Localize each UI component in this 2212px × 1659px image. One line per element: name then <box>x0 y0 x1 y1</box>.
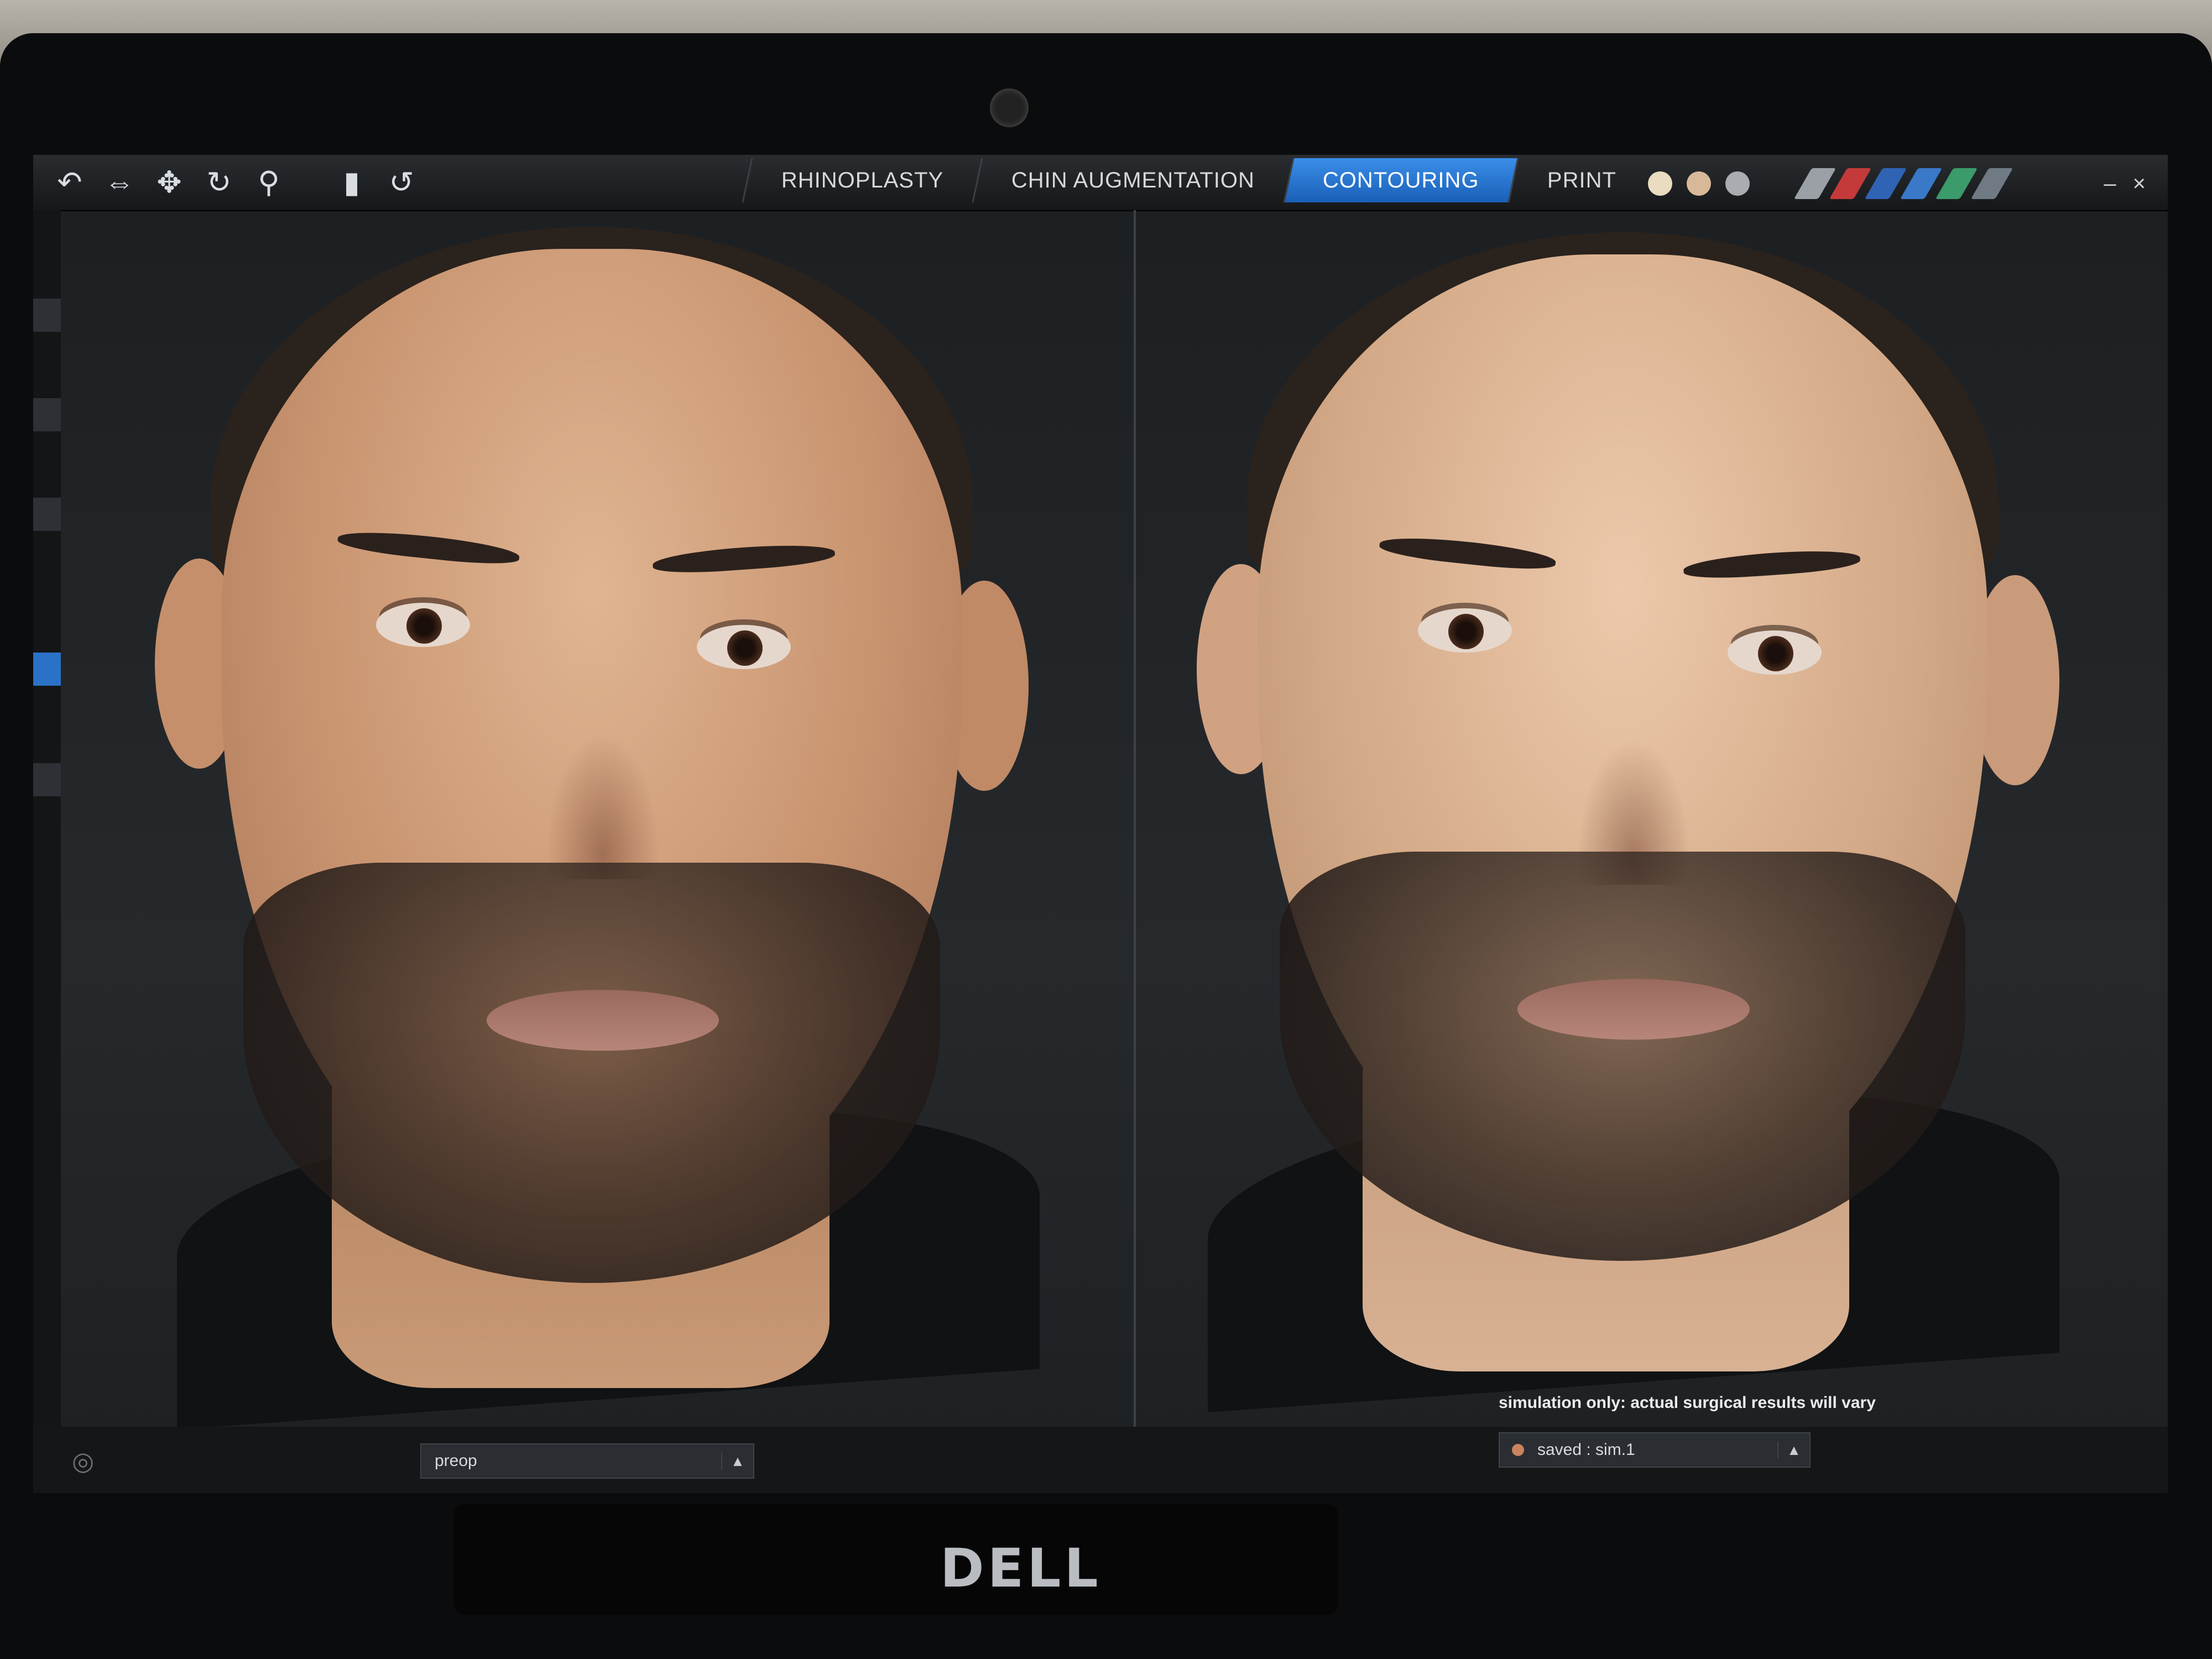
simulation-disclaimer: simulation only: actual surgical results… <box>1499 1394 1876 1412</box>
color-swatch[interactable] <box>1687 171 1711 196</box>
pen-icon[interactable] <box>1970 168 2013 199</box>
color-swatches <box>1648 171 1750 196</box>
undo-icon[interactable]: ↶ <box>50 163 90 202</box>
simulated-face-model <box>1197 232 2059 1412</box>
simulation-selector-value: saved : sim.1 <box>1537 1441 1635 1459</box>
minimize-button[interactable]: – <box>2104 171 2116 196</box>
tab-label: CONTOURING <box>1323 168 1479 192</box>
rail-item[interactable] <box>33 763 61 796</box>
color-swatch[interactable] <box>1725 171 1750 196</box>
reset-view-icon[interactable]: ↺ <box>382 163 421 202</box>
preop-selector[interactable]: preop ▲ <box>420 1443 754 1479</box>
tab-print[interactable]: PRINT <box>1507 158 1655 202</box>
status-bar <box>33 1427 2168 1493</box>
camera-icon[interactable]: ◎ <box>72 1446 94 1476</box>
keyboard <box>453 1504 1338 1615</box>
dell-logo: DELL <box>940 1537 1102 1599</box>
rail-item[interactable] <box>33 299 61 332</box>
pan-horizontal-icon[interactable]: ⇔ <box>100 163 139 202</box>
close-button[interactable]: × <box>2133 171 2146 196</box>
app-window: ↶ ⇔ ✥ ↻ ⚲ ▮ ↺ RHINOPLASTY CHIN AUGMENTATION CONT… <box>33 155 2168 1493</box>
color-swatch[interactable] <box>1648 171 1672 196</box>
pen-icon[interactable] <box>1829 168 1872 199</box>
zoom-icon[interactable]: ⚲ <box>249 163 289 202</box>
lips <box>487 990 719 1051</box>
simulation-viewport[interactable] <box>1136 210 2168 1427</box>
preop-face-model <box>155 227 1040 1427</box>
window-controls: – × <box>2104 171 2146 196</box>
move-icon[interactable]: ✥ <box>149 163 189 202</box>
preop-viewport[interactable] <box>61 210 1134 1427</box>
chevron-up-icon[interactable]: ▲ <box>721 1452 753 1470</box>
rotate-icon[interactable]: ↻ <box>199 163 239 202</box>
preop-selector-value: preop <box>435 1452 477 1470</box>
tab-label: PRINT <box>1547 168 1616 192</box>
nose <box>536 713 669 879</box>
pen-palette <box>1793 168 2013 199</box>
left-tool-rail <box>33 210 61 1438</box>
procedure-tabs: RHINOPLASTY CHIN AUGMENTATION CONTOURING PR… <box>742 158 1655 202</box>
webcam <box>990 88 1029 127</box>
main-toolbar: ↶ ⇔ ✥ ↻ ⚲ ▮ ↺ RHINOPLASTY CHIN AUGMENTATION CONT… <box>33 155 2168 211</box>
tab-contouring[interactable]: CONTOURING <box>1283 158 1517 202</box>
simulation-selector[interactable]: saved : sim.1 ▲ <box>1499 1432 1811 1468</box>
lips <box>1517 979 1750 1040</box>
pen-icon[interactable] <box>1935 168 1978 199</box>
chevron-up-icon[interactable]: ▲ <box>1777 1441 1809 1459</box>
left-eye <box>1418 608 1512 653</box>
tab-rhinoplasty[interactable]: RHINOPLASTY <box>742 158 982 202</box>
right-eye <box>697 625 791 669</box>
pen-icon[interactable] <box>1793 168 1837 199</box>
left-eye <box>376 603 470 647</box>
user-icon <box>1512 1444 1524 1456</box>
marker-icon[interactable]: ▮ <box>332 163 372 202</box>
right-eye <box>1728 630 1822 675</box>
rail-item[interactable] <box>33 498 61 531</box>
rail-item[interactable] <box>33 398 61 431</box>
tab-label: RHINOPLASTY <box>781 168 944 192</box>
tab-chin-augmentation[interactable]: CHIN AUGMENTATION <box>972 158 1293 202</box>
pen-icon[interactable] <box>1864 168 1907 199</box>
tool-group: ↶ ⇔ ✥ ↻ ⚲ ▮ ↺ <box>50 163 421 202</box>
pen-icon[interactable] <box>1900 168 1943 199</box>
tab-label: CHIN AUGMENTATION <box>1011 168 1255 192</box>
rail-item-active[interactable] <box>33 653 61 686</box>
